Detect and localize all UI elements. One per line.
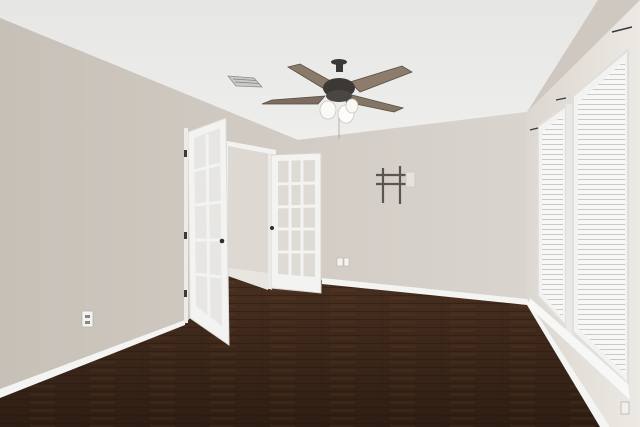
outlet-icon: [81, 310, 94, 328]
window-blinds-icon: [542, 115, 563, 318]
window-right: [572, 47, 629, 387]
outlet-icon: [336, 257, 344, 267]
fan-light-icon: [345, 98, 359, 114]
room-scene: [0, 0, 640, 427]
window-left: [537, 104, 567, 329]
back-wall: [298, 112, 527, 303]
door-knob-icon: [270, 226, 274, 230]
french-door-right[interactable]: [268, 152, 322, 294]
window-blinds-icon: [578, 60, 625, 374]
fan-light-icon: [319, 100, 337, 120]
door-handle-icon: [219, 238, 225, 244]
french-door-left[interactable]: [184, 117, 230, 346]
wall-plate-icon: [620, 401, 630, 415]
hallway-opening: [228, 143, 272, 290]
room-photo: [0, 0, 640, 427]
outlet-icon: [343, 257, 350, 267]
